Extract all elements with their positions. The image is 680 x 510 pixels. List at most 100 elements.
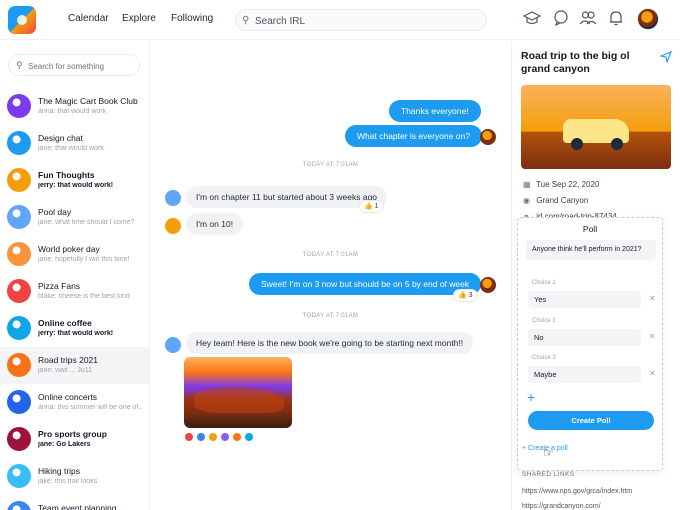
app-logo[interactable] [8,6,36,34]
create-poll-button[interactable]: Create Poll [528,411,654,430]
avatar[interactable] [165,337,181,353]
wheel-illustration [611,138,623,150]
remove-choice-icon[interactable]: ✕ [649,294,656,303]
choice-label: Choice 2 [532,318,556,324]
nav-following[interactable]: Following [171,13,213,24]
reaction-badge[interactable]: 👍 1 [359,200,384,213]
avatar[interactable] [165,218,181,234]
chat-avatar [7,279,31,303]
chat-name: Pool day [38,207,72,217]
chat-avatar [7,501,31,510]
message-incoming: I'm on 10! [186,213,244,235]
chat-list-item[interactable]: The Magic Cart Book Club anna: that would… [0,88,149,125]
chat-preview: jane: wait ... Ju11 [38,367,92,374]
reader-avatar [184,432,194,442]
people-icon[interactable] [578,9,598,29]
global-search-input[interactable] [255,13,475,29]
chat-list-item[interactable]: Design chat jane: that would work [0,125,149,162]
nav-calendar[interactable]: Calendar [68,13,109,24]
choice-field[interactable]: No [528,329,641,346]
search-icon: ⚲ [16,60,23,70]
send-icon[interactable] [659,51,672,66]
timestamp: TODAY AT 7:01AM [302,162,359,168]
chat-preview: anna: this summer will be one of... [38,404,142,411]
shared-photo[interactable] [184,357,292,428]
reader-avatar [196,432,206,442]
chat-preview: jane: that would work [38,145,104,152]
poll-header: Poll [582,224,598,234]
event-location: ◉ Grand Canyon [523,196,589,205]
message-outgoing: What chapter is everyone on? [345,125,482,147]
top-bar: Calendar Explore Following ⚲ [0,0,680,40]
user-avatar[interactable] [637,8,659,30]
global-search[interactable]: ⚲ [235,9,487,31]
chat-bubble-icon[interactable] [551,9,571,29]
chat-preview: jerry: that would work! [38,330,114,337]
chat-name: Online concerts [38,392,98,402]
chat-list-sidebar: ⚲ The Magic Cart Book Club anna: that wou… [0,41,150,510]
chat-avatar [7,316,31,340]
chat-avatar [7,464,31,488]
shared-links-heading: SHARED LINKS [522,471,575,478]
timestamp: TODAY AT 7:01AM [302,313,359,319]
calendar-icon: ▦ [523,180,531,189]
chat-name: Fun Thoughts [38,170,95,180]
shared-link[interactable]: https://www.nps.gov/grca/index.htm [522,488,632,495]
chat-list-item[interactable]: Pro sports group jane: Go Lakers [0,421,149,458]
chat-name: Online coffee [38,318,92,328]
search-icon: ⚲ [242,15,250,26]
bell-icon[interactable] [606,9,626,29]
remove-choice-icon[interactable]: ✕ [649,332,656,341]
chat-preview: jerry: that would work! [38,182,114,189]
reaction-badge[interactable]: 👍 3 [453,289,478,302]
choice-field[interactable]: Maybe [528,366,641,383]
chat-list-item[interactable]: Pool day jane: what time should I come? [0,199,149,236]
sidebar-search-input[interactable] [28,58,136,74]
choice-label: Choice 3 [532,355,556,361]
reader-avatar [232,432,242,442]
chat-name: Design chat [38,133,83,143]
reader-avatar [244,432,254,442]
message-incoming: I'm on chapter 11 but started about 3 we… [186,186,388,208]
mouse-cursor-icon: ☞ [543,446,554,460]
chat-preview: jane: Go Lakers [38,441,91,448]
nav-explore[interactable]: Explore [122,13,156,24]
chat-list-item[interactable]: World poker day jane: hopefully I win thi… [0,236,149,273]
location-pin-icon: ◉ [523,196,530,205]
chat-name: Team event planning [38,503,117,510]
choice-field[interactable]: Yes [528,291,641,308]
chat-preview: jake: this trail looks [38,478,98,485]
message-incoming: Hey team! Here is the new book we're goi… [186,332,474,354]
chat-preview: anna: that would work [38,108,107,115]
avatar[interactable] [165,190,181,206]
chat-avatar [7,131,31,155]
mortarboard-icon[interactable] [522,9,542,29]
chat-list-item[interactable]: Hiking trips jake: this trail looks [0,458,149,495]
chat-avatar [7,390,31,414]
avatar[interactable] [480,129,496,145]
chat-avatar [7,353,31,377]
chat-list-item[interactable]: Fun Thoughts jerry: that would work! [0,162,149,199]
chat-avatar [7,168,31,192]
poll-question-field[interactable]: Anyone think he'll perform in 2021? [526,240,656,260]
add-choice-icon[interactable]: + [527,389,535,405]
chat-avatar [7,205,31,229]
chat-name: Pizza Fans [38,281,81,291]
chat-list-item[interactable]: Road trips 2021 jane: wait ... Ju11 [0,347,149,384]
chat-list-item[interactable]: Pizza Fans blake: cheese is the best kind [0,273,149,310]
shared-link[interactable]: https://grandcanyon.com/ [522,503,601,510]
poll-popup: Poll Anyone think he'll perform in 2021?… [517,217,663,471]
event-title: Road trip to the big ol grand canyon [521,50,630,75]
sidebar-search[interactable]: ⚲ [8,54,140,76]
message-outgoing: Thanks everyone! [389,100,481,122]
avatar[interactable] [480,277,496,293]
chat-name: Pro sports group [38,429,107,439]
chat-list-item[interactable]: Team event planning [0,495,149,510]
chat-avatar [7,242,31,266]
chat-list-item[interactable]: Online concerts anna: this summer will be… [0,384,149,421]
chat-list-item[interactable]: Online coffee jerry: that would work! [0,310,149,347]
event-cover-image [521,85,671,169]
remove-choice-icon[interactable]: ✕ [649,369,656,378]
chat-avatar [7,427,31,451]
event-details-panel: Road trip to the big ol grand canyon ▦ T… [511,41,680,510]
